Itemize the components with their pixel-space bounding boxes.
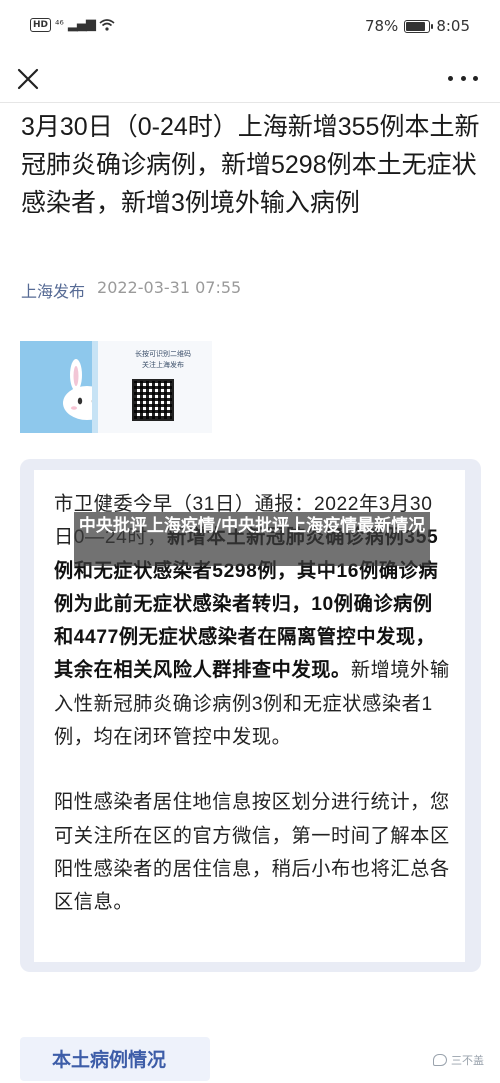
nav-bar [0,58,500,102]
battery-fill [406,21,426,31]
more-dot [448,75,453,81]
qr-code-icon [132,379,174,421]
author-link[interactable]: 上海发布 [21,278,85,302]
status-bar: HD ⁴⁶ ▂▄▆ 78% 8:05 [0,0,500,58]
hd-badge: HD [30,17,52,32]
more-dot [460,75,466,81]
close-icon[interactable] [13,64,43,94]
banner-line-1: 长按可识别二维码 [135,350,191,358]
more-dot [473,75,478,81]
more-icon[interactable] [448,68,478,88]
section-label: 本土病例情况 [52,1049,167,1071]
wifi-icon [99,18,115,31]
battery-icon [404,19,434,33]
follow-banner[interactable]: 长按可识别二维码 关注上海发布 [20,341,212,433]
watermark: 三不盖 [433,1052,484,1068]
nav-divider [0,102,500,103]
signal-icon: ▂▄▆ [67,17,96,32]
battery-percent: 78% [364,17,399,35]
wechat-bubble-icon [433,1054,447,1066]
status-right: 78% 8:05 [365,17,470,35]
banner-line-2: 关注上海发布 [142,361,184,369]
overlay-caption: 中央批评上海疫情/中央批评上海疫情最新情况 [78,516,426,536]
banner-text: 长按可识别二维码 关注上海发布 [118,349,208,371]
publish-date: 2022-03-31 07:55 [97,278,242,297]
notice-paragraph-2: 阳性感染者居住地信息按区划分进行统计，您可关注所在区的官方微信，第一时间了解本区… [54,792,450,914]
article-title: 3月30日（0-24时）上海新增355例本土新冠肺炎确诊病例，新增5298例本土… [21,113,480,217]
clock: 8:05 [436,17,470,35]
watermark-text: 三不盖 [451,1054,484,1067]
status-left: HD ⁴⁶ ▂▄▆ [30,17,115,32]
network-label: ⁴⁶ [55,18,64,31]
banner-card: 长按可识别二维码 关注上海发布 [92,341,212,433]
article-meta: 上海发布 2022-03-31 07:55 [21,278,241,302]
